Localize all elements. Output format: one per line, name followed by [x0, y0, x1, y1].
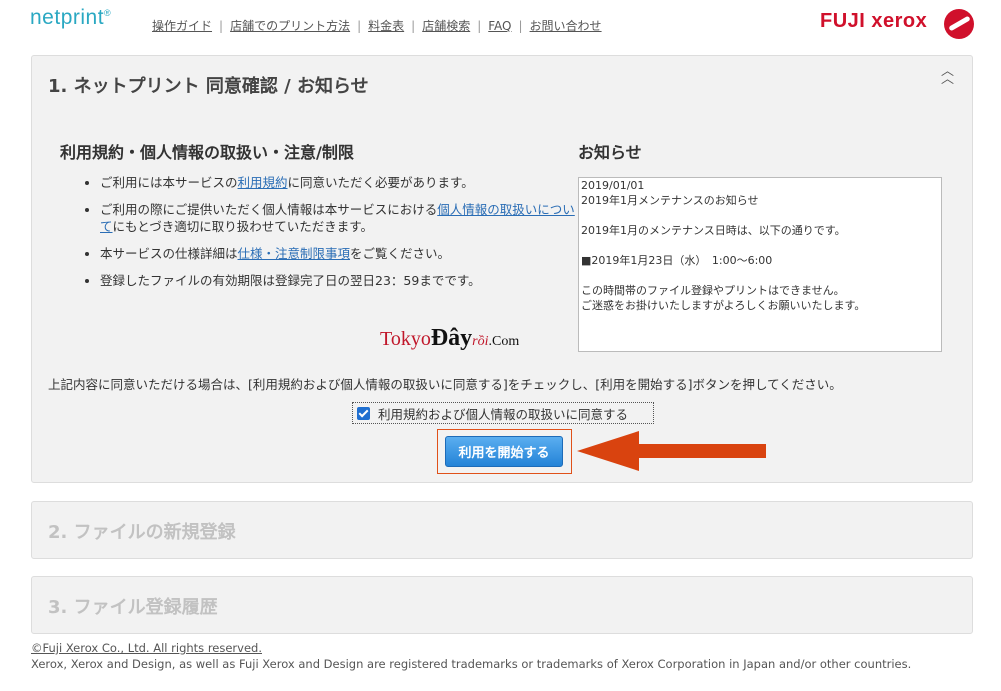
spec-restrictions-link[interactable]: 仕様・注意制限事項: [238, 246, 351, 261]
terms-list: ご利用には本サービスの利用規約に同意いただく必要があります。 ご利用の際にご提供…: [80, 174, 580, 299]
netprint-logo[interactable]: netprint®: [30, 6, 111, 30]
terms-item: 本サービスの仕様詳細は仕様・注意制限事項をご覧ください。: [100, 245, 580, 262]
double-chevron-up-icon[interactable]: ︿ ︿: [941, 65, 954, 86]
agree-checkbox[interactable]: [357, 406, 370, 420]
xerox-sphere-icon: [944, 9, 974, 39]
new-file-panel[interactable]: 2. ファイルの新規登録: [31, 501, 973, 559]
header: netprint® 操作ガイド | 店舗でのプリント方法 | 料金表 | 店舗検索 | FAQ |…: [0, 0, 1001, 50]
panel-title-new-file: 2. ファイルの新規登録: [48, 522, 236, 543]
terms-of-use-link[interactable]: 利用規約: [238, 175, 288, 190]
news-textbox[interactable]: 2019/01/01 2019年1月メンテナンスのお知らせ 2019年1月のメン…: [578, 177, 942, 352]
trademark-text: Xerox, Xerox and Design, as well as Fuji…: [31, 657, 912, 671]
copyright-link[interactable]: ©Fuji Xerox Co., Ltd. All rights reserve…: [31, 640, 911, 656]
agreement-panel: 1. ネットプリント 同意確認 / お知らせ ︿ ︿ 利用規約・個人情報の取扱い・…: [31, 55, 973, 483]
terms-item: ご利用の際にご提供いただく個人情報は本サービスにおける個人情報の取扱いについてに…: [100, 201, 580, 235]
panel-title-file-history: 3. ファイル登録履歴: [48, 597, 218, 618]
instruction-text: 上記内容に同意いただける場合は、[利用規約および個人情報の取扱いに同意する]をチ…: [48, 377, 842, 392]
agree-checkbox-row[interactable]: 利用規約および個人情報の取扱いに同意する: [352, 402, 654, 424]
panel-title-agreement: 1. ネットプリント 同意確認 / お知らせ: [48, 76, 369, 97]
nav-separator: |: [411, 19, 416, 33]
fuji-xerox-logo: FUJI xerox: [820, 10, 928, 32]
nav-store-print-method[interactable]: 店舗でのプリント方法: [230, 19, 350, 33]
arrow-shape: [577, 431, 766, 471]
footer: ©Fuji Xerox Co., Ltd. All rights reserve…: [31, 640, 911, 672]
nav-operation-guide[interactable]: 操作ガイド: [152, 19, 212, 33]
nav-separator: |: [518, 19, 523, 33]
terms-item: 登録したファイルの有効期限は登録完了日の翌日23：59までです。: [100, 272, 580, 289]
agree-label: 利用規約および個人情報の取扱いに同意する: [378, 406, 629, 422]
nav-separator: |: [219, 19, 224, 33]
logo-registered-mark: ®: [104, 8, 112, 18]
logo-text: netprint: [30, 6, 105, 29]
news-heading: お知らせ: [578, 143, 642, 162]
top-nav: 操作ガイド | 店舗でのプリント方法 | 料金表 | 店舗検索 | FAQ | お問い合わせ: [152, 17, 602, 34]
nav-price-list[interactable]: 料金表: [368, 19, 404, 33]
nav-separator: |: [477, 19, 482, 33]
file-history-panel[interactable]: 3. ファイル登録履歴: [31, 576, 973, 634]
nav-faq[interactable]: FAQ: [488, 19, 511, 33]
terms-heading: 利用規約・個人情報の取扱い・注意/制限: [60, 143, 354, 162]
start-button-highlight: 利用を開始する: [437, 429, 572, 474]
start-button[interactable]: 利用を開始する: [445, 436, 563, 467]
left-arrow-annotation: [577, 431, 766, 471]
nav-separator: |: [357, 19, 362, 33]
terms-item: ご利用には本サービスの利用規約に同意いただく必要があります。: [100, 174, 580, 191]
nav-store-search[interactable]: 店舗検索: [422, 19, 470, 33]
nav-contact[interactable]: お問い合わせ: [530, 19, 602, 33]
watermark-logo: TokyoĐâyrồi.Com: [380, 325, 520, 351]
